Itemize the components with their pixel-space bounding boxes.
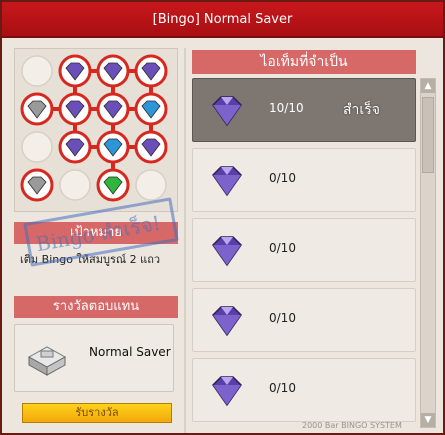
watermark-text: 2000 Bar BINGO SYSTEM xyxy=(302,421,402,430)
item-count: 0/10 xyxy=(269,381,296,395)
purple-gem-icon xyxy=(207,301,247,341)
bingo-cell[interactable] xyxy=(96,92,130,126)
purple-gem-icon xyxy=(207,231,247,271)
purple-gem-icon xyxy=(207,91,247,131)
bingo-cell[interactable] xyxy=(21,131,53,163)
bingo-window: [Bingo] Normal Saver เป้าหมาย เติม Bingo… xyxy=(0,0,445,435)
purple-gem-icon xyxy=(207,161,247,201)
required-item-row[interactable]: 0/10 xyxy=(192,148,416,212)
bingo-cell[interactable] xyxy=(96,54,130,88)
bingo-cell[interactable] xyxy=(135,169,167,201)
bingo-cell[interactable] xyxy=(96,130,130,164)
bingo-cell[interactable] xyxy=(21,55,53,87)
bingo-cell[interactable] xyxy=(134,54,168,88)
bingo-cell[interactable] xyxy=(96,168,130,202)
window-titlebar: [Bingo] Normal Saver xyxy=(2,2,443,38)
items-scrollbar[interactable]: ▲ ▼ xyxy=(420,78,436,428)
item-count: 10/10 xyxy=(269,101,304,115)
required-items-list: 10/10 สำเร็จ 0/10 0/10 0/10 0/10 xyxy=(192,78,418,430)
scroll-thumb[interactable] xyxy=(422,97,434,173)
scroll-up-icon[interactable]: ▲ xyxy=(421,79,435,93)
required-items-header: ไอเท็มที่จำเป็น xyxy=(192,50,416,74)
window-title: [Bingo] Normal Saver xyxy=(152,12,293,27)
bingo-cell[interactable] xyxy=(58,130,92,164)
required-item-row[interactable]: 0/10 xyxy=(192,358,416,422)
reward-name: Normal Saver xyxy=(89,345,171,359)
bingo-cell[interactable] xyxy=(134,92,168,126)
item-complete-stamp: สำเร็จ xyxy=(343,102,380,118)
required-item-row[interactable]: 0/10 xyxy=(192,218,416,282)
claim-reward-button[interactable]: รับรางวัล xyxy=(22,403,172,423)
scroll-down-icon[interactable]: ▼ xyxy=(421,413,435,427)
item-count: 0/10 xyxy=(269,241,296,255)
bingo-cell[interactable] xyxy=(59,169,91,201)
bingo-cell[interactable] xyxy=(20,168,54,202)
column-divider xyxy=(184,48,186,433)
required-item-row[interactable]: 10/10 สำเร็จ xyxy=(192,78,416,142)
silver-saver-icon xyxy=(23,339,71,379)
bingo-board xyxy=(14,48,178,212)
reward-header: รางวัลตอบแทน xyxy=(14,296,178,318)
bingo-cell[interactable] xyxy=(58,54,92,88)
bingo-cell[interactable] xyxy=(58,92,92,126)
reward-box: Normal Saver xyxy=(14,324,174,392)
bingo-cell[interactable] xyxy=(20,92,54,126)
item-count: 0/10 xyxy=(269,171,296,185)
purple-gem-icon xyxy=(207,371,247,411)
item-count: 0/10 xyxy=(269,311,296,325)
bingo-cell[interactable] xyxy=(134,130,168,164)
bingo-grid xyxy=(20,54,168,202)
required-item-row[interactable]: 0/10 xyxy=(192,288,416,352)
